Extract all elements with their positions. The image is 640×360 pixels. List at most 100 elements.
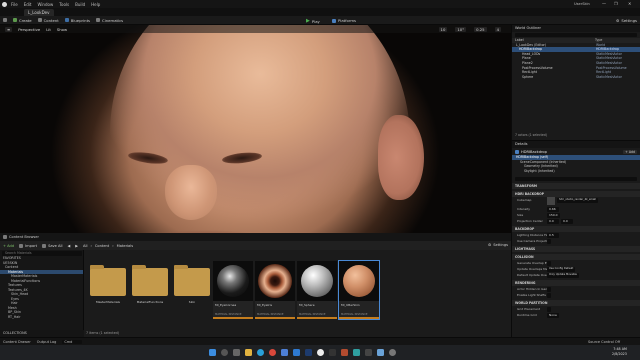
actor-hidden-checkbox[interactable] bbox=[547, 287, 551, 292]
content-browser-tab[interactable]: Content Browser bbox=[9, 235, 39, 239]
photoshop-icon[interactable] bbox=[304, 349, 312, 356]
projection-center-field[interactable]: 0.0 bbox=[547, 219, 559, 224]
asset-tile[interactable]: MI_EyeIris MATERIAL INSTANCE bbox=[255, 261, 295, 319]
viewport-menu-button[interactable]: ≡ bbox=[5, 26, 13, 32]
menu-help[interactable]: Help bbox=[91, 2, 100, 7]
menu-window[interactable]: Window bbox=[37, 2, 53, 7]
level-viewport[interactable]: ≡ Perspective Lit Show 10 10° 0.25 4 bbox=[0, 25, 511, 233]
menu-edit[interactable]: Edit bbox=[24, 2, 32, 7]
scale-snap-value[interactable]: 0.25 bbox=[474, 26, 487, 32]
outliner-rows: L_LookDev (Editor) World HDRIBackdrop HDRI… bbox=[512, 43, 640, 80]
asset-tile[interactable]: MI_EyeCornea MATERIAL INSTANCE bbox=[213, 261, 253, 319]
search-icon[interactable] bbox=[220, 349, 228, 356]
chrome-icon[interactable] bbox=[268, 349, 276, 356]
perspective-button[interactable]: Perspective bbox=[18, 27, 40, 32]
lit-button[interactable]: Lit bbox=[46, 27, 51, 32]
intensity-field[interactable]: 0.66 bbox=[547, 207, 559, 212]
head-render bbox=[110, 25, 410, 233]
taskbar-clock[interactable]: 7:48 AM 2/8/2023 bbox=[612, 347, 627, 356]
main-toolbar: Create Content Blueprints Cinematics ▶ P… bbox=[0, 16, 640, 25]
taskbar-apps bbox=[206, 349, 398, 356]
camera-speed-value[interactable]: 4 bbox=[494, 26, 501, 32]
runtime-grid-field[interactable]: None bbox=[547, 313, 559, 318]
asset-tile[interactable]: MI_Sphere MATERIAL INSTANCE bbox=[297, 261, 337, 319]
cb-settings-button[interactable]: ⚙ Settings bbox=[488, 243, 508, 247]
cmd-input[interactable]: Cmd bbox=[62, 339, 83, 344]
details-tab[interactable]: Details bbox=[512, 141, 640, 148]
light-shafts-checkbox[interactable] bbox=[547, 293, 551, 298]
epic-games-icon[interactable] bbox=[328, 349, 336, 356]
grid-placement-checkbox[interactable] bbox=[547, 307, 551, 312]
folder-tile[interactable]: MaterialFunctions bbox=[130, 265, 170, 326]
substance-icon[interactable] bbox=[340, 349, 348, 356]
asset-type: MATERIAL INSTANCE bbox=[215, 313, 242, 316]
content-button[interactable]: Content bbox=[37, 18, 59, 23]
update-overlaps-dropdown[interactable]: Use Config Default bbox=[547, 267, 576, 272]
projection-center-field-y[interactable]: 0.0 bbox=[561, 219, 573, 224]
menu-file[interactable]: File bbox=[11, 2, 18, 7]
breadcrumb-materials[interactable]: Materials bbox=[117, 244, 133, 248]
close-button[interactable]: ✕ bbox=[628, 1, 631, 6]
edge-icon[interactable] bbox=[256, 349, 264, 356]
user-label: UserSkin bbox=[574, 2, 590, 6]
collections-section[interactable]: COLLECTIONS bbox=[0, 330, 84, 337]
source-control-status[interactable]: Source Control Off bbox=[588, 340, 620, 344]
cb-import-button[interactable]: Import bbox=[19, 243, 37, 248]
back-button[interactable]: ◀ bbox=[67, 244, 70, 248]
terminal-icon[interactable] bbox=[364, 349, 372, 356]
use-camera-projection-checkbox[interactable] bbox=[547, 239, 551, 244]
cubemap-value[interactable]: hdri_studio_render_4k_small bbox=[557, 198, 598, 203]
generate-overlap-checkbox[interactable] bbox=[547, 261, 551, 266]
details-panel: Details HDRIBackdrop + Add HDRIBackdrop … bbox=[511, 140, 640, 337]
show-button[interactable]: Show bbox=[57, 27, 67, 32]
folder-tile[interactable]: MasterMaterials bbox=[88, 265, 128, 326]
outliner-search-input[interactable] bbox=[515, 32, 637, 38]
notepad-icon[interactable] bbox=[376, 349, 384, 356]
content-search-input[interactable]: Search Materials bbox=[2, 251, 82, 256]
maximize-button[interactable]: ❐ bbox=[614, 1, 618, 6]
menu-build[interactable]: Build bbox=[75, 2, 85, 7]
blueprints-button[interactable]: Blueprints bbox=[64, 18, 90, 23]
film-icon bbox=[96, 18, 101, 22]
settings-button[interactable]: ⚙ Settings bbox=[616, 18, 637, 23]
size-field[interactable]: 150.0 bbox=[547, 213, 560, 218]
tree-item[interactable]: RT_Hair bbox=[0, 315, 83, 320]
unreal-engine-icon[interactable] bbox=[316, 349, 324, 356]
mail-icon[interactable] bbox=[292, 349, 300, 356]
folder-tile[interactable]: Skin bbox=[172, 265, 212, 326]
section-lightmass[interactable]: LIGHTMASS bbox=[512, 246, 640, 253]
lighting-distance-field[interactable]: 0.5 bbox=[547, 233, 559, 238]
windows-start-icon[interactable] bbox=[208, 349, 216, 356]
section-transform[interactable]: TRANSFORM bbox=[512, 183, 640, 190]
save-icon[interactable] bbox=[3, 18, 7, 22]
output-log-button[interactable]: Output Log bbox=[37, 340, 57, 344]
details-search-input[interactable] bbox=[515, 176, 637, 181]
breadcrumb-all[interactable]: All bbox=[83, 244, 87, 248]
cb-save-all-button[interactable]: Save All bbox=[42, 243, 62, 248]
breadcrumb-content[interactable]: Content bbox=[95, 244, 109, 248]
minimize-button[interactable]: — bbox=[602, 1, 606, 6]
menu-tools[interactable]: Tools bbox=[59, 2, 69, 7]
settings-app-icon[interactable] bbox=[388, 349, 396, 356]
default-update-overlap-dropdown[interactable]: Only Update Movable bbox=[547, 273, 579, 278]
file-explorer-icon[interactable] bbox=[244, 349, 252, 356]
maya-icon[interactable] bbox=[352, 349, 360, 356]
asset-tile-selected[interactable]: MI_UBerSkin MATERIAL INSTANCE bbox=[338, 260, 380, 320]
task-view-icon[interactable] bbox=[232, 349, 240, 356]
store-icon[interactable] bbox=[280, 349, 288, 356]
create-button[interactable]: Create bbox=[13, 18, 32, 23]
outliner-row[interactable]: Sphere StaticMeshActor bbox=[512, 75, 640, 80]
grid-snap-value[interactable]: 10 bbox=[438, 26, 448, 32]
rotation-snap-value[interactable]: 10° bbox=[455, 26, 467, 32]
cb-add-button[interactable]: + Add bbox=[3, 244, 14, 248]
forward-button[interactable]: ▶ bbox=[75, 244, 78, 248]
details-add-button[interactable]: + Add bbox=[623, 149, 637, 154]
world-outliner-tab[interactable]: World Outliner bbox=[512, 25, 640, 32]
content-drawer-button[interactable]: Content Drawer bbox=[3, 340, 31, 344]
gear-icon: ⚙ bbox=[616, 18, 620, 23]
asset-type: MATERIAL INSTANCE bbox=[257, 313, 284, 316]
cinematics-button[interactable]: Cinematics bbox=[96, 18, 123, 23]
level-tab[interactable]: L_LookDev bbox=[24, 9, 54, 16]
play-button[interactable]: ▶ Play bbox=[306, 18, 320, 24]
platforms-button[interactable]: Platforms bbox=[332, 18, 356, 23]
